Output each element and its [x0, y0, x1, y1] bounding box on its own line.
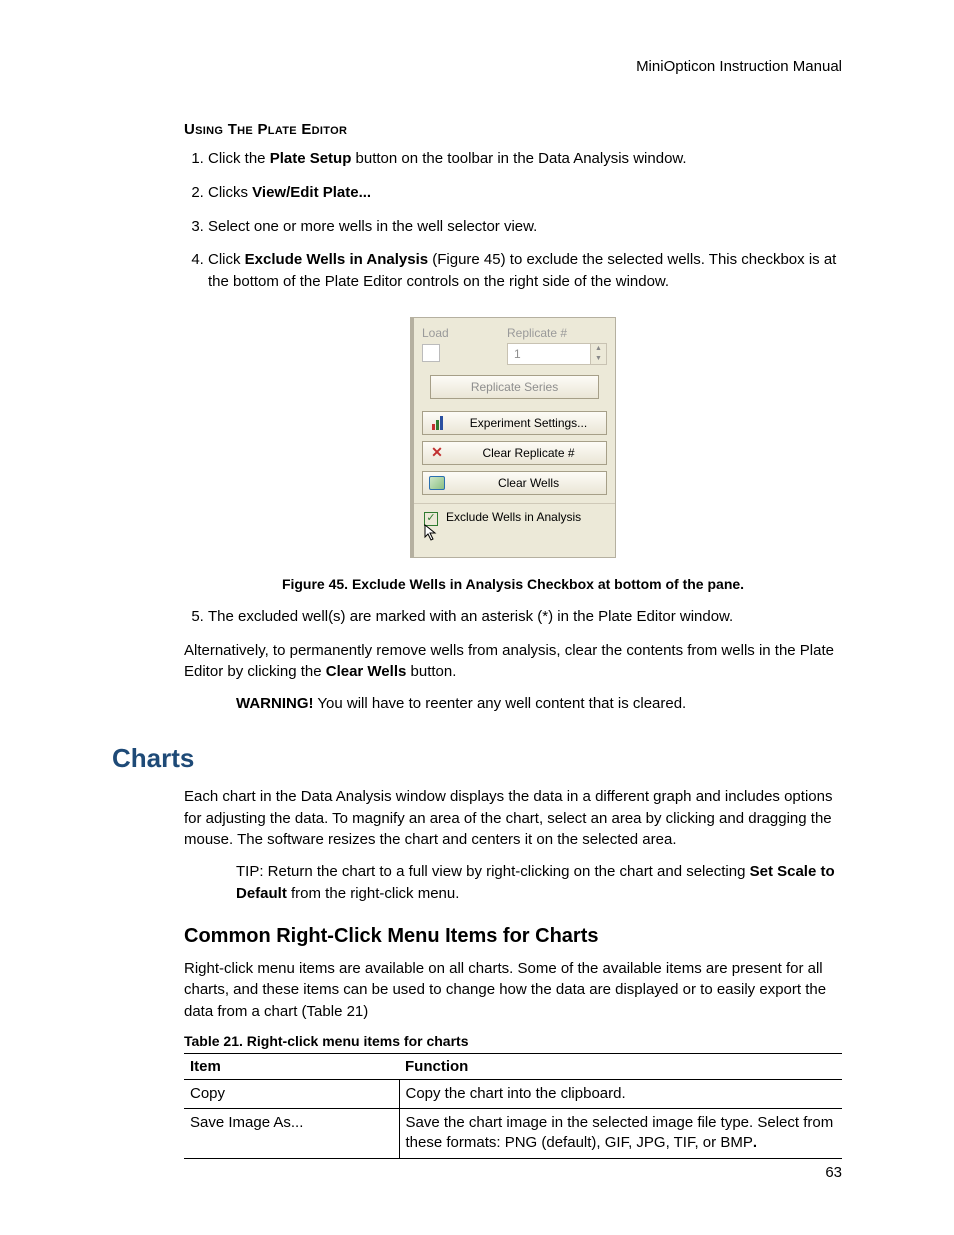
clear-replicate-icon: ✕ [427, 443, 447, 463]
plate-editor-panel: Load Replicate # 1 ▲ ▼ [410, 317, 616, 558]
section-using-plate-editor: Using The Plate Editor [184, 121, 842, 138]
figure-45: Load Replicate # 1 ▲ ▼ [184, 317, 842, 558]
step-4: Click Exclude Wells in Analysis (Figure … [208, 249, 842, 293]
load-label: Load [422, 326, 449, 340]
chevron-down-icon[interactable]: ▼ [591, 354, 606, 364]
warning-paragraph: WARNING! You will have to reenter any we… [184, 693, 842, 715]
right-click-heading: Common Right-Click Menu Items for Charts [184, 925, 842, 948]
spinner-arrows[interactable]: ▲ ▼ [590, 344, 606, 364]
step-1: Click the Plate Setup button on the tool… [208, 148, 842, 170]
charts-intro: Each chart in the Data Analysis window d… [184, 786, 842, 851]
plate-editor-steps-cont: The excluded well(s) are marked with an … [184, 606, 842, 628]
running-header: MiniOpticon Instruction Manual [112, 58, 842, 75]
right-click-intro: Right-click menu items are available on … [184, 958, 842, 1023]
table-row: Copy Copy the chart into the clipboard. [184, 1079, 842, 1108]
exclude-wells-row[interactable]: ✓ Exclude Wells in Analysis [414, 503, 615, 557]
charts-tip: TIP: Return the chart to a full view by … [184, 861, 842, 905]
page: MiniOpticon Instruction Manual Using The… [0, 0, 954, 1235]
bar-chart-icon [427, 413, 447, 433]
exclude-label: Exclude Wells in Analysis [446, 510, 581, 524]
load-checkbox[interactable] [422, 344, 440, 362]
replicate-group: Replicate # 1 ▲ ▼ [507, 326, 607, 365]
experiment-settings-button[interactable]: Experiment Settings... [422, 411, 607, 435]
replicate-series-button[interactable]: Replicate Series [430, 375, 599, 399]
col-function: Function [399, 1053, 842, 1079]
clear-replicate-button[interactable]: ✕ Clear Replicate # [422, 441, 607, 465]
step-2: Clicks View/Edit Plate... [208, 182, 842, 204]
clear-wells-icon [427, 473, 447, 493]
table-head-row: Item Function [184, 1053, 842, 1079]
replicate-label: Replicate # [507, 326, 607, 340]
table-21-caption: Table 21. Right-click menu items for cha… [184, 1033, 842, 1049]
table-row: Save Image As... Save the chart image in… [184, 1109, 842, 1159]
replicate-spinner[interactable]: 1 ▲ ▼ [507, 343, 607, 365]
page-number: 63 [825, 1164, 842, 1181]
charts-heading: Charts [112, 743, 842, 774]
alternative-paragraph: Alternatively, to permanently remove wel… [184, 640, 842, 684]
table-21: Item Function Copy Copy the chart into t… [184, 1053, 842, 1159]
step-5: The excluded well(s) are marked with an … [208, 606, 842, 628]
step-3: Select one or more wells in the well sel… [208, 216, 842, 238]
body-content: Using The Plate Editor Click the Plate S… [112, 121, 842, 715]
charts-content: Each chart in the Data Analysis window d… [112, 786, 842, 1159]
plate-editor-steps: Click the Plate Setup button on the tool… [184, 148, 842, 293]
replicate-value: 1 [508, 344, 590, 364]
tool-button-list: Experiment Settings... ✕ Clear Replicate… [414, 407, 615, 503]
cursor-icon [424, 524, 438, 542]
chevron-up-icon[interactable]: ▲ [591, 344, 606, 354]
load-group: Load [422, 326, 449, 365]
col-item: Item [184, 1053, 399, 1079]
clear-wells-button[interactable]: Clear Wells [422, 471, 607, 495]
figure-45-caption: Figure 45. Exclude Wells in Analysis Che… [184, 576, 842, 592]
